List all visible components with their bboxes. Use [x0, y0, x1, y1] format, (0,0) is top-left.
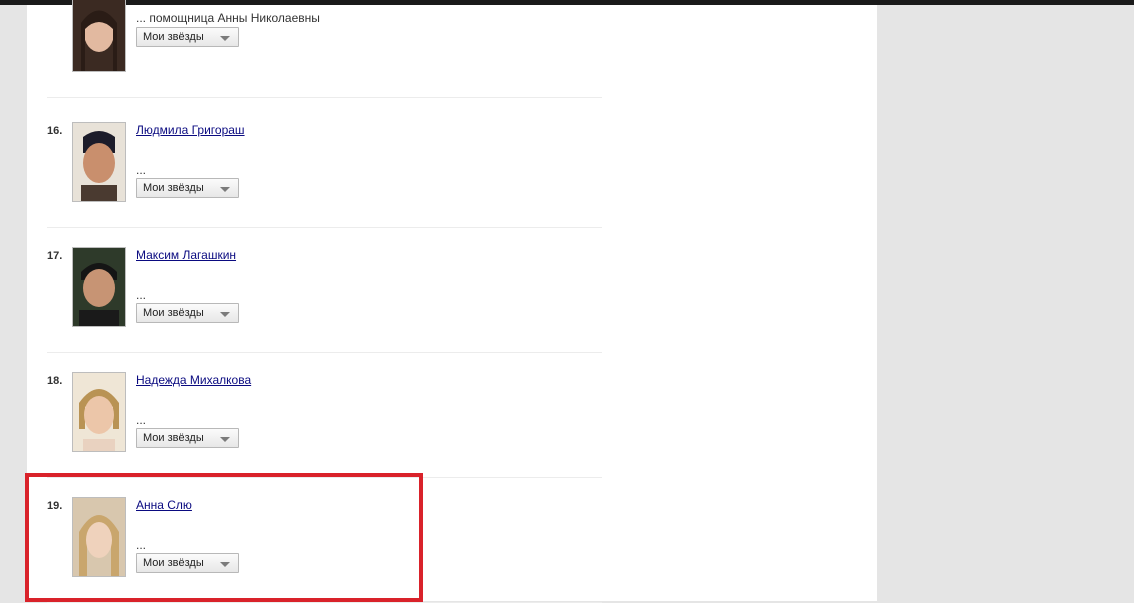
- actor-name-link[interactable]: Максим Лагашкин: [136, 248, 236, 262]
- my-stars-dropdown[interactable]: Мои звёзды: [136, 428, 239, 448]
- role-text: ...: [136, 413, 147, 427]
- chevron-down-icon: [220, 437, 230, 442]
- my-stars-dropdown[interactable]: Мои звёзды: [136, 303, 239, 323]
- actor-photo[interactable]: [72, 372, 126, 452]
- dropdown-label: Мои звёзды: [143, 432, 204, 444]
- role-text: ... помощница Анны Николаевны: [136, 11, 320, 25]
- my-stars-dropdown[interactable]: Мои звёзды: [136, 178, 239, 198]
- chevron-down-icon: [220, 187, 230, 192]
- my-stars-dropdown[interactable]: Мои звёзды: [136, 27, 239, 47]
- item-number: 16.: [47, 125, 63, 137]
- chevron-down-icon: [220, 312, 230, 317]
- list-item: 17. Максим Лагашкин ... Мои звёзды: [47, 227, 602, 353]
- list-item: 18. Надежда Михалкова ... Мои звёзды: [47, 352, 602, 478]
- list-item: ... помощница Анны Николаевны Мои звёзды: [47, 0, 602, 98]
- dropdown-label: Мои звёзды: [143, 307, 204, 319]
- highlight-box: [25, 473, 423, 602]
- actor-photo[interactable]: [72, 122, 126, 202]
- actor-name-link[interactable]: Надежда Михалкова: [136, 373, 251, 387]
- dropdown-label: Мои звёзды: [143, 31, 204, 43]
- chevron-down-icon: [220, 36, 230, 41]
- item-number: 18.: [47, 375, 63, 387]
- role-text: ...: [136, 163, 147, 177]
- list-item: 16. Людмила Григораш ... Мои звёзды: [47, 102, 602, 228]
- actor-name-link[interactable]: Людмила Григораш: [136, 123, 245, 137]
- item-number: 17.: [47, 250, 63, 262]
- actor-photo[interactable]: [72, 0, 126, 72]
- dropdown-label: Мои звёзды: [143, 182, 204, 194]
- role-text: ...: [136, 288, 147, 302]
- actor-photo[interactable]: [72, 247, 126, 327]
